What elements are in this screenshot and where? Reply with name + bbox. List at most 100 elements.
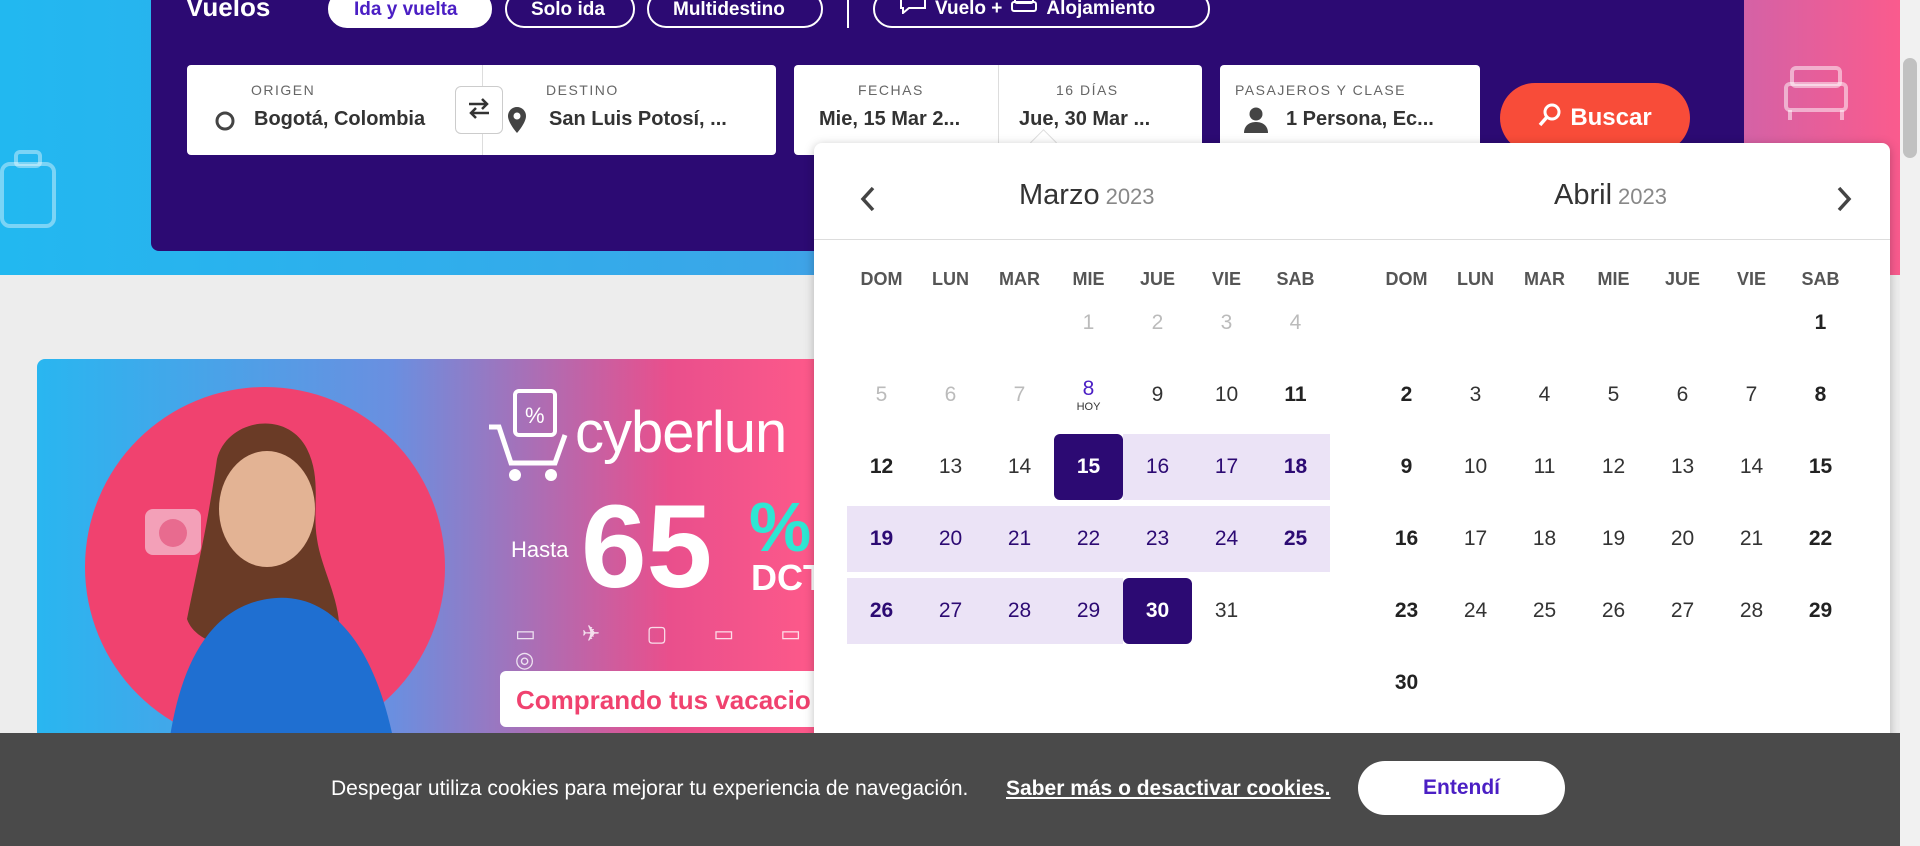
person-icon: [1243, 106, 1269, 139]
flight-hotel-button[interactable]: Vuelo + Alojamiento: [873, 0, 1210, 28]
promo-banner[interactable]: % cyberlun Hasta 65 % DCT ▭ ✈ ▢ ▭ ▭ ◎ Co…: [37, 359, 827, 759]
promo-percent: %: [749, 488, 812, 566]
calendar-day[interactable]: 9: [1372, 434, 1441, 500]
calendar-day: 6: [944, 383, 957, 406]
calendar-day[interactable]: 19: [847, 506, 916, 572]
calendar-day[interactable]: 24: [1441, 578, 1510, 644]
weekday-header: DOM: [1385, 269, 1428, 289]
bed-icon: [1784, 66, 1848, 120]
calendar-day[interactable]: 9: [1123, 362, 1192, 428]
weekday-header: SAB: [1801, 269, 1840, 289]
calendar-day-selected[interactable]: 15: [1054, 434, 1123, 500]
calendar-day[interactable]: 2: [1372, 362, 1441, 428]
cookie-settings-link[interactable]: Saber más o desactivar cookies.: [1006, 777, 1331, 801]
swap-button[interactable]: [455, 86, 503, 134]
search-icon: [1538, 103, 1562, 134]
weekday-header: MAR: [1524, 269, 1565, 289]
flight-hotel-label: Vuelo +: [935, 0, 1003, 19]
calendar-day-today[interactable]: 8 HOY: [1054, 362, 1123, 428]
calendar-day[interactable]: 23: [1372, 578, 1441, 644]
calendar-day-selected[interactable]: 30: [1123, 578, 1192, 644]
divider: [847, 0, 849, 28]
calendar-day[interactable]: 30: [1372, 650, 1441, 716]
promo-tagline-text: Comprando tus vacacio: [516, 685, 811, 715]
calendar-day[interactable]: 8: [1786, 362, 1855, 428]
destination-value: San Luis Potosí, ...: [549, 108, 727, 130]
calendar-day[interactable]: 16: [1372, 506, 1441, 572]
promo-brand: cyberlun: [575, 400, 787, 465]
search-button-label: Buscar: [1570, 104, 1652, 131]
calendar-day[interactable]: 29: [1786, 578, 1855, 644]
weekday-header: LUN: [1457, 269, 1494, 289]
trip-type-roundtrip[interactable]: Ida y vuelta: [328, 0, 492, 28]
calendar-day[interactable]: 4: [1510, 362, 1579, 428]
days-count-label: 16 DÍAS: [1056, 82, 1119, 98]
calendar-day[interactable]: 27: [1648, 578, 1717, 644]
calendar-day[interactable]: 11: [1261, 362, 1330, 428]
origin-field[interactable]: ORIGEN Bogotá, Colombia: [187, 65, 482, 155]
weekday-header: MAR: [999, 269, 1040, 289]
depart-date-field[interactable]: FECHAS Mie, 15 Mar 2...: [794, 65, 998, 155]
scrollbar-thumb[interactable]: [1903, 58, 1917, 158]
weekday-header: DOM: [860, 269, 903, 289]
calendar-day[interactable]: 23: [1123, 506, 1192, 572]
calendar-day[interactable]: 17: [1192, 434, 1261, 500]
calendar-day[interactable]: 15: [1786, 434, 1855, 500]
cookie-accept-button[interactable]: Entendí: [1358, 761, 1565, 815]
calendar-day[interactable]: 12: [1579, 434, 1648, 500]
passengers-field[interactable]: PASAJEROS Y CLASE 1 Persona, Ec...: [1220, 65, 1480, 155]
weekday-header: LUN: [932, 269, 969, 289]
calendar-day: 4: [1289, 311, 1302, 334]
chat-icon: [899, 0, 927, 27]
calendar-day[interactable]: 1: [1786, 290, 1855, 356]
calendar-day[interactable]: 7: [1717, 362, 1786, 428]
trip-type-multidestination[interactable]: Multidestino: [647, 0, 823, 28]
calendar-day[interactable]: 11: [1510, 434, 1579, 500]
calendar-day[interactable]: 3: [1441, 362, 1510, 428]
calendar-day[interactable]: 14: [985, 434, 1054, 500]
calendar-day[interactable]: 6: [1648, 362, 1717, 428]
calendar-day[interactable]: 26: [847, 578, 916, 644]
prev-month-button[interactable]: [850, 183, 886, 219]
calendar-day[interactable]: 10: [1441, 434, 1510, 500]
calendar-day[interactable]: 25: [1261, 506, 1330, 572]
calendar-day[interactable]: 25: [1510, 578, 1579, 644]
calendar-day[interactable]: 31: [1192, 578, 1261, 644]
calendar-day[interactable]: 21: [985, 506, 1054, 572]
calendar-day[interactable]: 28: [985, 578, 1054, 644]
calendar-day[interactable]: 24: [1192, 506, 1261, 572]
calendar-day: 7: [1013, 383, 1026, 406]
calendar-day[interactable]: 18: [1261, 434, 1330, 500]
calendar-day[interactable]: 13: [1648, 434, 1717, 500]
calendar-day[interactable]: 20: [1648, 506, 1717, 572]
trip-type-oneway[interactable]: Solo ida: [505, 0, 635, 28]
calendar-day[interactable]: 5: [1579, 362, 1648, 428]
flight-hotel-label-2: Alojamiento: [1046, 0, 1156, 19]
next-month-button[interactable]: [1826, 183, 1862, 219]
calendar-day[interactable]: 29: [1054, 578, 1123, 644]
calendar-day[interactable]: 18: [1510, 506, 1579, 572]
weekday-header: VIE: [1736, 269, 1766, 289]
calendar-day[interactable]: 10: [1192, 362, 1261, 428]
weekday-header: MIE: [1072, 269, 1105, 289]
calendar-day[interactable]: 28: [1717, 578, 1786, 644]
calendar-day[interactable]: 17: [1441, 506, 1510, 572]
calendar-day[interactable]: 12: [847, 434, 916, 500]
left-month-name: Marzo: [1019, 179, 1100, 211]
origin-value: Bogotá, Colombia: [254, 108, 426, 130]
destination-field[interactable]: DESTINO San Luis Potosí, ...: [483, 65, 776, 155]
calendar-day[interactable]: 13: [916, 434, 985, 500]
calendar-day[interactable]: 20: [916, 506, 985, 572]
calendar-day[interactable]: 14: [1717, 434, 1786, 500]
calendar-day[interactable]: 21: [1717, 506, 1786, 572]
return-date-value: Jue, 30 Mar ...: [1019, 108, 1151, 130]
promo-value: 65: [581, 481, 713, 613]
calendar-day[interactable]: 22: [1786, 506, 1855, 572]
circle-icon: [214, 110, 236, 137]
bed-icon: [1010, 0, 1038, 27]
calendar-day[interactable]: 26: [1579, 578, 1648, 644]
calendar-day[interactable]: 27: [916, 578, 985, 644]
calendar-day[interactable]: 22: [1054, 506, 1123, 572]
calendar-day[interactable]: 19: [1579, 506, 1648, 572]
calendar-day[interactable]: 16: [1123, 434, 1192, 500]
